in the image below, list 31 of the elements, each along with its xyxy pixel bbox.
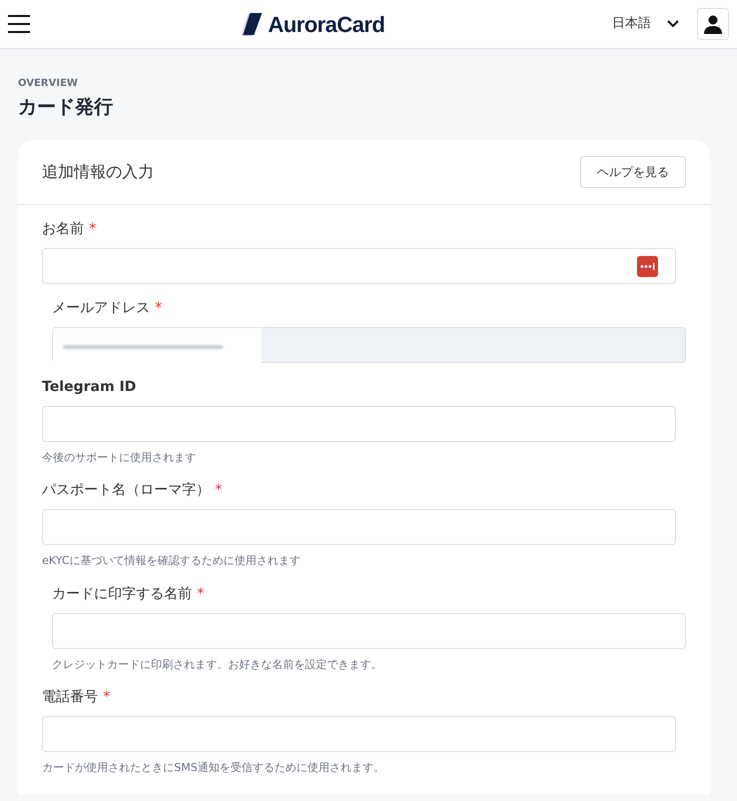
chevron-down-icon [667, 20, 679, 28]
input-field[interactable] [52, 612, 686, 648]
menu-icon[interactable] [8, 15, 30, 33]
input-field[interactable] [42, 716, 676, 752]
field-label: パスポート名（ローマ字） [42, 481, 210, 500]
input-field[interactable] [42, 406, 676, 442]
field-label: カードに印字する名前 [52, 584, 192, 604]
required-mark: * [155, 298, 162, 318]
field-hint: カードが使用されたときにSMS通知を受信するために使用されます。 [42, 760, 386, 776]
field-hint: クレジットカードに印刷されます。お好きな名前を設定できます。 [52, 656, 383, 672]
field-hint: eKYCに基づいて情報を確認するために使用されます [42, 553, 302, 569]
help-button[interactable]: ヘルプを見る [580, 156, 686, 188]
required-mark: * [197, 584, 204, 604]
field-label: Telegram ID [42, 378, 136, 396]
user-avatar-button[interactable] [697, 8, 729, 40]
required-mark: * [103, 688, 110, 707]
language-dropdown[interactable]: 日本語 [612, 14, 679, 34]
field-label: メールアドレス [52, 298, 150, 318]
required-mark: * [215, 481, 222, 500]
field-label: お名前 [42, 220, 84, 238]
password-manager-icon[interactable] [637, 256, 658, 276]
card-title: 追加情報の入力 [42, 160, 154, 182]
page-title: カード発行 [18, 95, 114, 120]
logo-text: AuroraCard [268, 11, 385, 39]
required-mark: * [89, 220, 96, 238]
field-label: 電話番号 [42, 688, 98, 707]
page-eyebrow: OVERVIEW [18, 77, 79, 91]
input-field[interactable] [42, 509, 676, 545]
user-icon [703, 14, 723, 34]
input-field[interactable] [42, 248, 676, 284]
field-hint: 今後のサポートに使用されます [42, 450, 197, 466]
